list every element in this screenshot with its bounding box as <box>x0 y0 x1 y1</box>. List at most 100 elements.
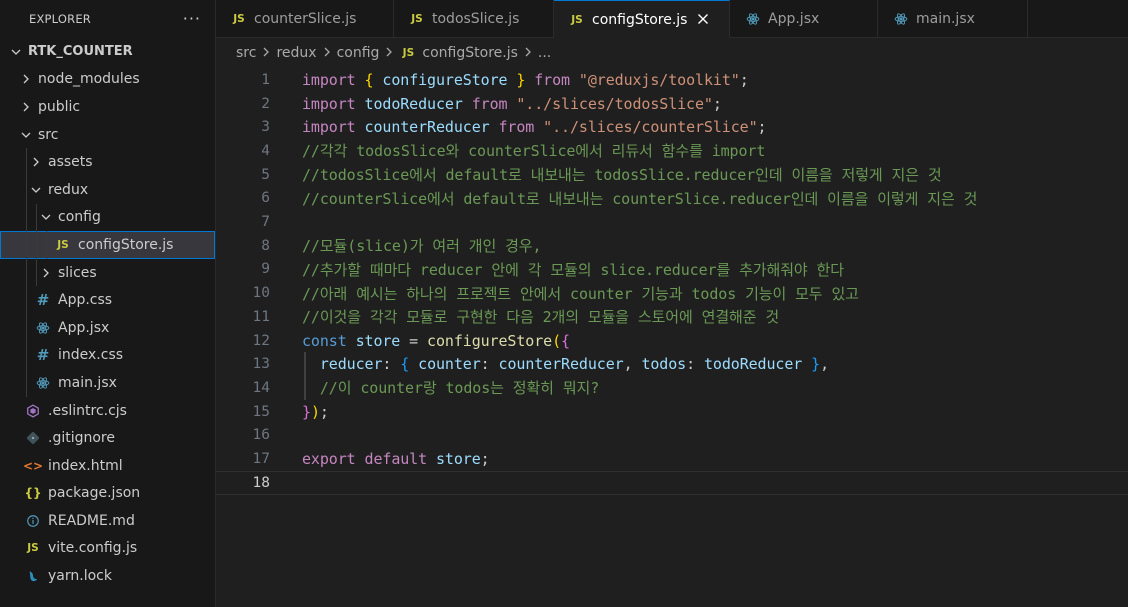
code-token: ( <box>552 331 562 350</box>
code-line[interactable]: 5 //todosSlice에서 default로 내보내는 todosSlice… <box>216 163 1128 187</box>
code-line[interactable]: 13 reducer: { counter: counterReducer, t… <box>216 352 1128 376</box>
file-item[interactable]: .eslintrc.cjs <box>0 397 215 425</box>
folder-item[interactable]: slices <box>0 258 215 287</box>
line-number: 11 <box>252 308 270 325</box>
tab-label: todosSlice.js <box>432 11 520 27</box>
line-number: 3 <box>261 119 270 136</box>
code-line[interactable]: 11 //이것을 각각 모듈로 구현한 다음 2개의 모듈을 스토어에 연결해준 … <box>216 305 1128 329</box>
code-line[interactable]: 6 //counterSlice에서 default로 내보내는 counterS… <box>216 187 1128 211</box>
file-item[interactable]: # App.css <box>0 286 215 314</box>
chevron-right-icon <box>385 46 393 60</box>
line-number: 2 <box>261 95 270 112</box>
code-token: //추가할 때마다 reducer 안에 각 모듈의 slice.reducer… <box>302 260 844 279</box>
tree-indent-guide <box>26 203 27 232</box>
code-token: import <box>302 94 356 113</box>
code-token: //이 counter랑 todos는 정확히 뭐지? <box>302 379 600 398</box>
tree-indent-guide <box>46 231 47 259</box>
tree-indent-guide <box>26 369 27 397</box>
line-number: 15 <box>252 403 270 420</box>
file-item[interactable]: main.jsx <box>0 369 215 397</box>
editor-tab[interactable]: JS configStore.js <box>554 0 730 38</box>
tree-item-label: .eslintrc.cjs <box>48 402 127 419</box>
code-token: //각각 todosSlice와 counterSlice에서 리듀서 함수를 … <box>302 142 766 161</box>
code-token: default <box>364 450 428 469</box>
code-line[interactable]: 3 import counterReducer from "../slices/c… <box>216 115 1128 139</box>
file-item[interactable]: JS configStore.js <box>0 231 215 259</box>
code-line[interactable]: 1 import { configureStore } from "@reduxj… <box>216 68 1128 92</box>
code-line[interactable]: 15}); <box>216 400 1128 424</box>
code-line[interactable]: 12 const store = configureStore({ <box>216 329 1128 353</box>
breadcrumb-segment[interactable]: config <box>337 45 380 61</box>
tree-indent-guide <box>26 286 27 314</box>
editor-tab[interactable]: App.jsx <box>730 0 878 38</box>
code-token: configureStore <box>373 70 517 89</box>
folder-item[interactable]: assets <box>0 148 215 176</box>
line-number: 18 <box>252 474 270 491</box>
folder-item[interactable]: redux <box>0 175 215 204</box>
tab-label: counterSlice.js <box>254 11 357 27</box>
code-token: reducer <box>302 355 383 374</box>
tree-item-label: config <box>58 209 101 226</box>
editor-tab[interactable]: main.jsx <box>878 0 1028 38</box>
file-item[interactable]: <> index.html <box>0 452 215 480</box>
file-item[interactable]: .gitignore <box>0 424 215 452</box>
code-token: //todosSlice에서 default로 내보내는 todosSlice.… <box>302 166 942 185</box>
code-line[interactable]: 16 <box>216 424 1128 448</box>
react-file-icon <box>34 376 52 390</box>
project-root-folder[interactable]: RTK_COUNTER <box>0 38 215 66</box>
close-icon[interactable] <box>697 10 709 29</box>
code-line[interactable]: 18 <box>216 470 1128 495</box>
line-number: 1 <box>261 71 270 88</box>
folder-item[interactable]: config <box>0 203 215 232</box>
breadcrumb-segment[interactable]: src <box>236 45 256 61</box>
code-line[interactable]: 7 <box>216 210 1128 234</box>
breadcrumb-segment[interactable]: configStore.js <box>422 45 517 61</box>
code-text: export default store; <box>302 450 490 468</box>
code-token: ; <box>712 94 722 113</box>
json-file-icon: {} <box>24 486 42 501</box>
code-token: export <box>302 450 356 469</box>
code-token: , <box>820 355 830 374</box>
code-token: "@reduxjs/toolkit" <box>578 70 740 89</box>
folder-item[interactable]: node_modules <box>0 66 215 94</box>
code-line[interactable]: 9 //추가할 때마다 reducer 안에 각 모듈의 slice.reduce… <box>216 258 1128 282</box>
code-text: //todosSlice에서 default로 내보내는 todosSlice.… <box>302 164 942 185</box>
code-token: ; <box>757 118 767 137</box>
more-actions-icon[interactable]: ··· <box>183 11 201 27</box>
breadcrumb-segment[interactable]: ... <box>538 45 551 61</box>
code-line[interactable]: 4 //각각 todosSlice와 counterSlice에서 리듀서 함수를… <box>216 139 1128 163</box>
code-line[interactable]: 17 export default store; <box>216 447 1128 471</box>
chevron-right-icon <box>262 46 270 60</box>
code-editor[interactable]: 1 import { configureStore } from "@reduxj… <box>216 68 1128 607</box>
code-line[interactable]: 14 //이 counter랑 todos는 정확히 뭐지? <box>216 376 1128 400</box>
line-number: 16 <box>252 427 270 444</box>
breadcrumb-segment[interactable]: redux <box>276 45 316 61</box>
file-item[interactable]: JS vite.config.js <box>0 535 215 563</box>
folder-item[interactable]: src <box>0 121 215 149</box>
editor-tab[interactable]: JS todosSlice.js <box>394 0 554 38</box>
tree-item-label: node_modules <box>38 71 140 88</box>
line-number: 8 <box>261 237 270 254</box>
react-file-icon <box>34 321 52 335</box>
file-item[interactable]: App.jsx <box>0 313 215 342</box>
code-line[interactable]: 2 import todoReducer from "../slices/todo… <box>216 92 1128 116</box>
file-item[interactable]: {} package.json <box>0 480 215 508</box>
code-text: }); <box>302 403 329 421</box>
code-token: todoReducer <box>355 94 472 113</box>
code-line[interactable]: 10 //아래 예시는 하나의 프로젝트 안에서 counter 기능과 todo… <box>216 281 1128 305</box>
line-number: 13 <box>252 356 270 373</box>
editor-pane: JS counterSlice.js JS todosSlice.js JS config… <box>216 0 1128 607</box>
code-line[interactable]: 8 //모듈(slice)가 여러 개인 경우, <box>216 234 1128 258</box>
code-token: { <box>561 331 570 350</box>
file-item[interactable]: # index.css <box>0 341 215 370</box>
tree-item-label: configStore.js <box>78 236 174 253</box>
code-token: = <box>409 331 419 350</box>
file-item[interactable]: README.md <box>0 507 215 535</box>
file-item[interactable]: yarn.lock <box>0 562 215 590</box>
tree-indent-guide <box>36 203 37 232</box>
line-number: 6 <box>261 190 270 207</box>
code-token: import <box>302 118 356 137</box>
editor-tab[interactable]: JS counterSlice.js <box>216 0 394 38</box>
folder-item[interactable]: public <box>0 93 215 121</box>
